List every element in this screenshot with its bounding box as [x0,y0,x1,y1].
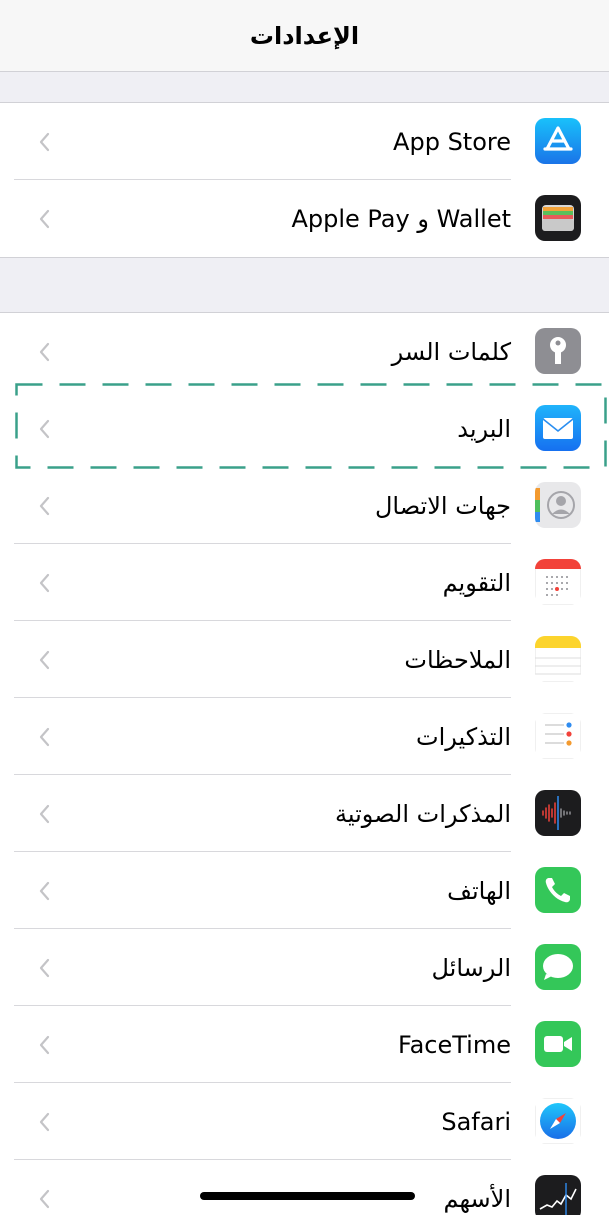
wallet-icon [535,195,581,241]
chevron-left-icon [38,621,50,698]
settings-row-label: جهات الاتصال [374,491,511,520]
chevron-left-icon [38,180,50,257]
settings-row-label: التقويم [442,568,511,597]
notes-icon [535,636,581,682]
home-indicator[interactable] [200,1192,415,1200]
app-store-icon [535,118,581,164]
messages-icon [535,944,581,990]
settings-row-label: الملاحظات [404,645,511,674]
settings-row-safari[interactable]: Safari [0,1083,609,1160]
settings-row-app-store[interactable]: App Store [0,103,609,180]
settings-row-voice-memos[interactable]: المذكرات الصوتية [0,775,609,852]
calendar-icon [535,559,581,605]
facetime-icon [535,1021,581,1067]
settings-row-mail[interactable]: البريد [0,390,609,467]
page-title: الإعدادات [249,21,360,50]
section-spacer [0,257,609,313]
chevron-left-icon [38,775,50,852]
settings-row-stocks[interactable]: الأسهم [0,1160,609,1215]
settings-row-label: المذكرات الصوتية [335,799,511,828]
chevron-left-icon [38,852,50,929]
settings-row-label: Wallet و Apple Pay [291,204,511,233]
settings-row-label: Safari [441,1107,511,1136]
chevron-left-icon [38,103,50,180]
phone-icon [535,867,581,913]
contacts-icon [535,482,581,528]
settings-row-label: الأسهم [443,1184,512,1213]
reminders-icon [535,713,581,759]
chevron-left-icon [38,1083,50,1160]
section-spacer [0,72,609,103]
key-icon [535,328,581,374]
settings-row-reminders[interactable]: التذكيرات [0,698,609,775]
chevron-left-icon [38,544,50,621]
chevron-left-icon [38,698,50,775]
settings-row-label: الهاتف [447,876,511,905]
settings-row-label: التذكيرات [416,722,511,751]
settings-row-label: FaceTime [397,1030,511,1059]
settings-row-label: البريد [457,414,511,443]
settings-row-label: الرسائل [431,953,512,982]
chevron-left-icon [38,1160,50,1215]
chevron-left-icon [38,929,50,1006]
settings-row-label: كلمات السر [391,337,511,366]
mail-icon [535,405,581,451]
voice-memos-icon [535,790,581,836]
chevron-left-icon [38,390,50,467]
chevron-left-icon [38,313,50,390]
settings-row-facetime[interactable]: FaceTime [0,1006,609,1083]
safari-icon [535,1098,581,1144]
settings-row-wallet[interactable]: Wallet و Apple Pay [0,180,609,257]
chevron-left-icon [38,467,50,544]
settings-row-phone[interactable]: الهاتف [0,852,609,929]
chevron-left-icon [38,1006,50,1083]
settings-row-calendar[interactable]: التقويم [0,544,609,621]
settings-row-messages[interactable]: الرسائل [0,929,609,1006]
navigation-bar: الإعدادات [0,0,609,72]
settings-row-label: App Store [393,127,511,156]
stocks-icon [535,1175,581,1215]
settings-row-contacts[interactable]: جهات الاتصال [0,467,609,544]
settings-row-passwords[interactable]: كلمات السر [0,313,609,390]
settings-row-notes[interactable]: الملاحظات [0,621,609,698]
